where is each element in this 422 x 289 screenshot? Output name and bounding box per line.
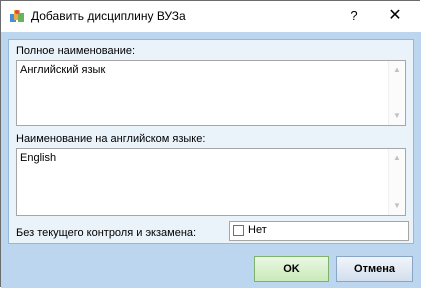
no-control-field[interactable]: Нет xyxy=(229,221,409,241)
full-name-memo[interactable]: Английский язык ▲ ▼ xyxy=(16,60,406,126)
english-name-memo[interactable]: English ▲ ▼ xyxy=(16,148,406,216)
english-name-scrollbar[interactable]: ▲ ▼ xyxy=(388,149,405,215)
no-control-checkbox[interactable] xyxy=(233,225,244,236)
close-button[interactable]: ✕ xyxy=(375,5,415,27)
scroll-down-icon[interactable]: ▼ xyxy=(389,108,405,124)
full-name-label: Полное наименование: xyxy=(16,45,136,57)
english-name-value[interactable]: English xyxy=(20,152,56,164)
scroll-down-icon[interactable]: ▼ xyxy=(389,198,405,214)
scroll-up-icon[interactable]: ▲ xyxy=(389,62,405,78)
ok-button[interactable]: OK xyxy=(254,256,329,282)
title-bar[interactable]: Добавить дисциплину ВУЗа ? ✕ xyxy=(1,1,421,32)
form-panel: Полное наименование: Английский язык ▲ ▼… xyxy=(8,39,414,244)
no-control-label: Без текущего контроля и экзамена: xyxy=(16,227,197,239)
full-name-value[interactable]: Английский язык xyxy=(20,64,105,76)
dialog-client-area: Полное наименование: Английский язык ▲ ▼… xyxy=(1,32,421,288)
dialog-window: Добавить дисциплину ВУЗа ? ✕ Полное наим… xyxy=(0,0,421,288)
app-icon xyxy=(9,8,25,24)
cancel-button[interactable]: Отмена xyxy=(336,256,413,282)
window-title: Добавить дисциплину ВУЗа xyxy=(31,9,186,23)
full-name-scrollbar[interactable]: ▲ ▼ xyxy=(388,61,405,125)
no-control-value: Нет xyxy=(248,224,267,236)
english-name-label: Наименование на английском языке: xyxy=(16,133,206,145)
scroll-up-icon[interactable]: ▲ xyxy=(389,150,405,166)
help-button[interactable]: ? xyxy=(339,5,369,27)
